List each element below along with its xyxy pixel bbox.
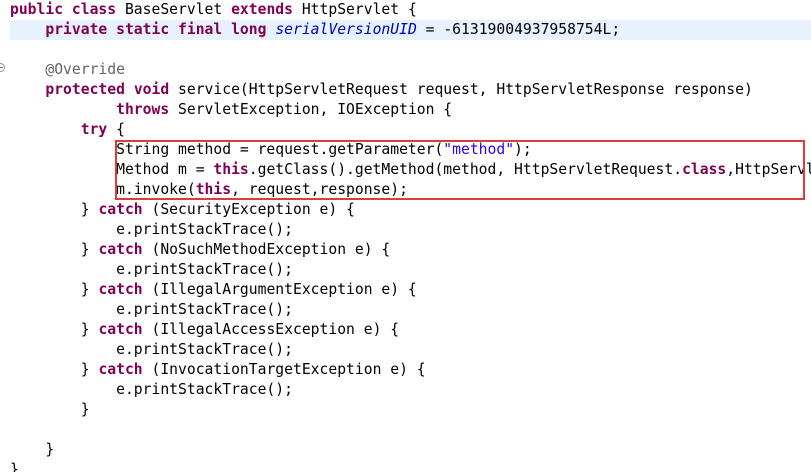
code-line[interactable]: e.printStackTrace(); bbox=[10, 260, 811, 280]
code-token: (InvocationTargetException e) { bbox=[142, 361, 426, 378]
code-token: } bbox=[10, 401, 90, 418]
code-token: e.printStackTrace(); bbox=[10, 341, 293, 358]
code-token: ServletException, IOException { bbox=[169, 101, 453, 118]
code-token: BaseServlet bbox=[116, 1, 232, 18]
code-token-kw: static bbox=[116, 21, 170, 38]
code-token: HttpServlet { bbox=[293, 1, 417, 18]
code-line[interactable]: } catch (IllegalArgumentException e) { bbox=[10, 280, 811, 300]
code-line[interactable]: e.printStackTrace(); bbox=[10, 300, 811, 320]
code-token: } bbox=[10, 241, 99, 258]
code-token-kw: extends bbox=[231, 1, 293, 18]
code-token: } bbox=[10, 281, 99, 298]
code-token-kw: class bbox=[71, 1, 117, 18]
code-token: = -61319004937958754L; bbox=[416, 21, 621, 38]
code-token: (SecurityException e) { bbox=[142, 201, 355, 218]
code-token-kw: class bbox=[682, 161, 727, 178]
code-line[interactable]: e.printStackTrace(); bbox=[10, 340, 811, 360]
code-token: } bbox=[10, 361, 99, 378]
code-line[interactable]: } catch (InvocationTargetException e) { bbox=[10, 360, 811, 380]
code-line[interactable]: protected void service(HttpServletReques… bbox=[10, 80, 811, 100]
code-token: e.printStackTrace(); bbox=[10, 301, 293, 318]
editor-gutter bbox=[0, 0, 10, 472]
code-token: } bbox=[10, 201, 99, 218]
code-token-kw: catch bbox=[98, 321, 143, 338]
code-line[interactable]: Method m = this.getClass().getMethod(met… bbox=[10, 160, 811, 180]
code-line[interactable]: } catch (NoSuchMethodException e) { bbox=[10, 240, 811, 260]
code-token-field: serialVersionUID bbox=[275, 21, 417, 38]
code-token-kw: try bbox=[80, 121, 108, 138]
code-token-kw: throws bbox=[116, 101, 170, 118]
code-token-kw: catch bbox=[98, 241, 143, 258]
code-token: Method m = bbox=[10, 161, 214, 178]
code-token: ); bbox=[514, 141, 532, 158]
code-line[interactable]: e.printStackTrace(); bbox=[10, 380, 811, 400]
code-line[interactable]: String method = request.getParameter("me… bbox=[10, 140, 811, 160]
code-line[interactable]: } bbox=[10, 400, 811, 420]
code-token: ,HttpServletResponse. bbox=[726, 161, 811, 178]
code-token: } bbox=[10, 441, 55, 458]
code-token-kw: this bbox=[213, 161, 249, 178]
code-token-kw: private bbox=[45, 21, 108, 38]
code-token-kw: protected bbox=[45, 81, 125, 98]
code-token: { bbox=[107, 121, 125, 138]
code-token: (IllegalAccessException e) { bbox=[142, 321, 400, 338]
code-token: service(HttpServletRequest request, Http… bbox=[169, 81, 753, 98]
code-token-str: "method" bbox=[443, 141, 515, 158]
code-token-kw: this bbox=[195, 181, 232, 198]
code-token: } bbox=[10, 321, 99, 338]
code-line[interactable]: } catch (SecurityException e) { bbox=[10, 200, 811, 220]
code-line[interactable] bbox=[10, 420, 811, 440]
code-token: } bbox=[10, 461, 19, 472]
code-line[interactable]: throws ServletException, IOException { bbox=[10, 100, 811, 120]
code-line[interactable]: } bbox=[10, 440, 811, 460]
fold-collapse-icon[interactable] bbox=[0, 63, 5, 72]
code-token: .getClass().getMethod(method, HttpServle… bbox=[248, 161, 683, 178]
code-token-ann: @Override bbox=[45, 61, 125, 78]
code-token: e.printStackTrace(); bbox=[10, 381, 293, 398]
code-line[interactable]: } bbox=[10, 460, 811, 472]
code-token: String method = request.getParameter( bbox=[10, 141, 444, 158]
code-line[interactable]: @Override bbox=[10, 60, 811, 80]
code-editor[interactable]: public class BaseServlet extends HttpSer… bbox=[0, 0, 811, 472]
code-token-kw: final bbox=[178, 21, 223, 38]
code-token-kw: long bbox=[231, 21, 267, 38]
code-line[interactable]: m.invoke(this, request,response); bbox=[10, 180, 811, 200]
code-token-kw: catch bbox=[98, 281, 143, 298]
code-line[interactable]: private static final long serialVersionU… bbox=[10, 20, 811, 40]
code-line[interactable] bbox=[10, 40, 811, 60]
code-line[interactable]: } catch (IllegalAccessException e) { bbox=[10, 320, 811, 340]
code-line[interactable]: try { bbox=[10, 120, 811, 140]
code-line[interactable]: e.printStackTrace(); bbox=[10, 220, 811, 240]
code-token: m.invoke( bbox=[10, 181, 196, 198]
code-token: e.printStackTrace(); bbox=[10, 261, 293, 278]
code-token: (IllegalArgumentException e) { bbox=[142, 281, 417, 298]
code-token: , request,response); bbox=[231, 181, 408, 198]
code-token-kw: void bbox=[133, 81, 170, 98]
code-token-kw: public bbox=[10, 1, 64, 18]
code-token: (NoSuchMethodException e) { bbox=[142, 241, 391, 258]
code-line[interactable]: public class BaseServlet extends HttpSer… bbox=[10, 0, 811, 20]
code-token-kw: catch bbox=[98, 201, 143, 218]
code-token-kw: catch bbox=[98, 361, 143, 378]
code-token: e.printStackTrace(); bbox=[10, 221, 293, 238]
